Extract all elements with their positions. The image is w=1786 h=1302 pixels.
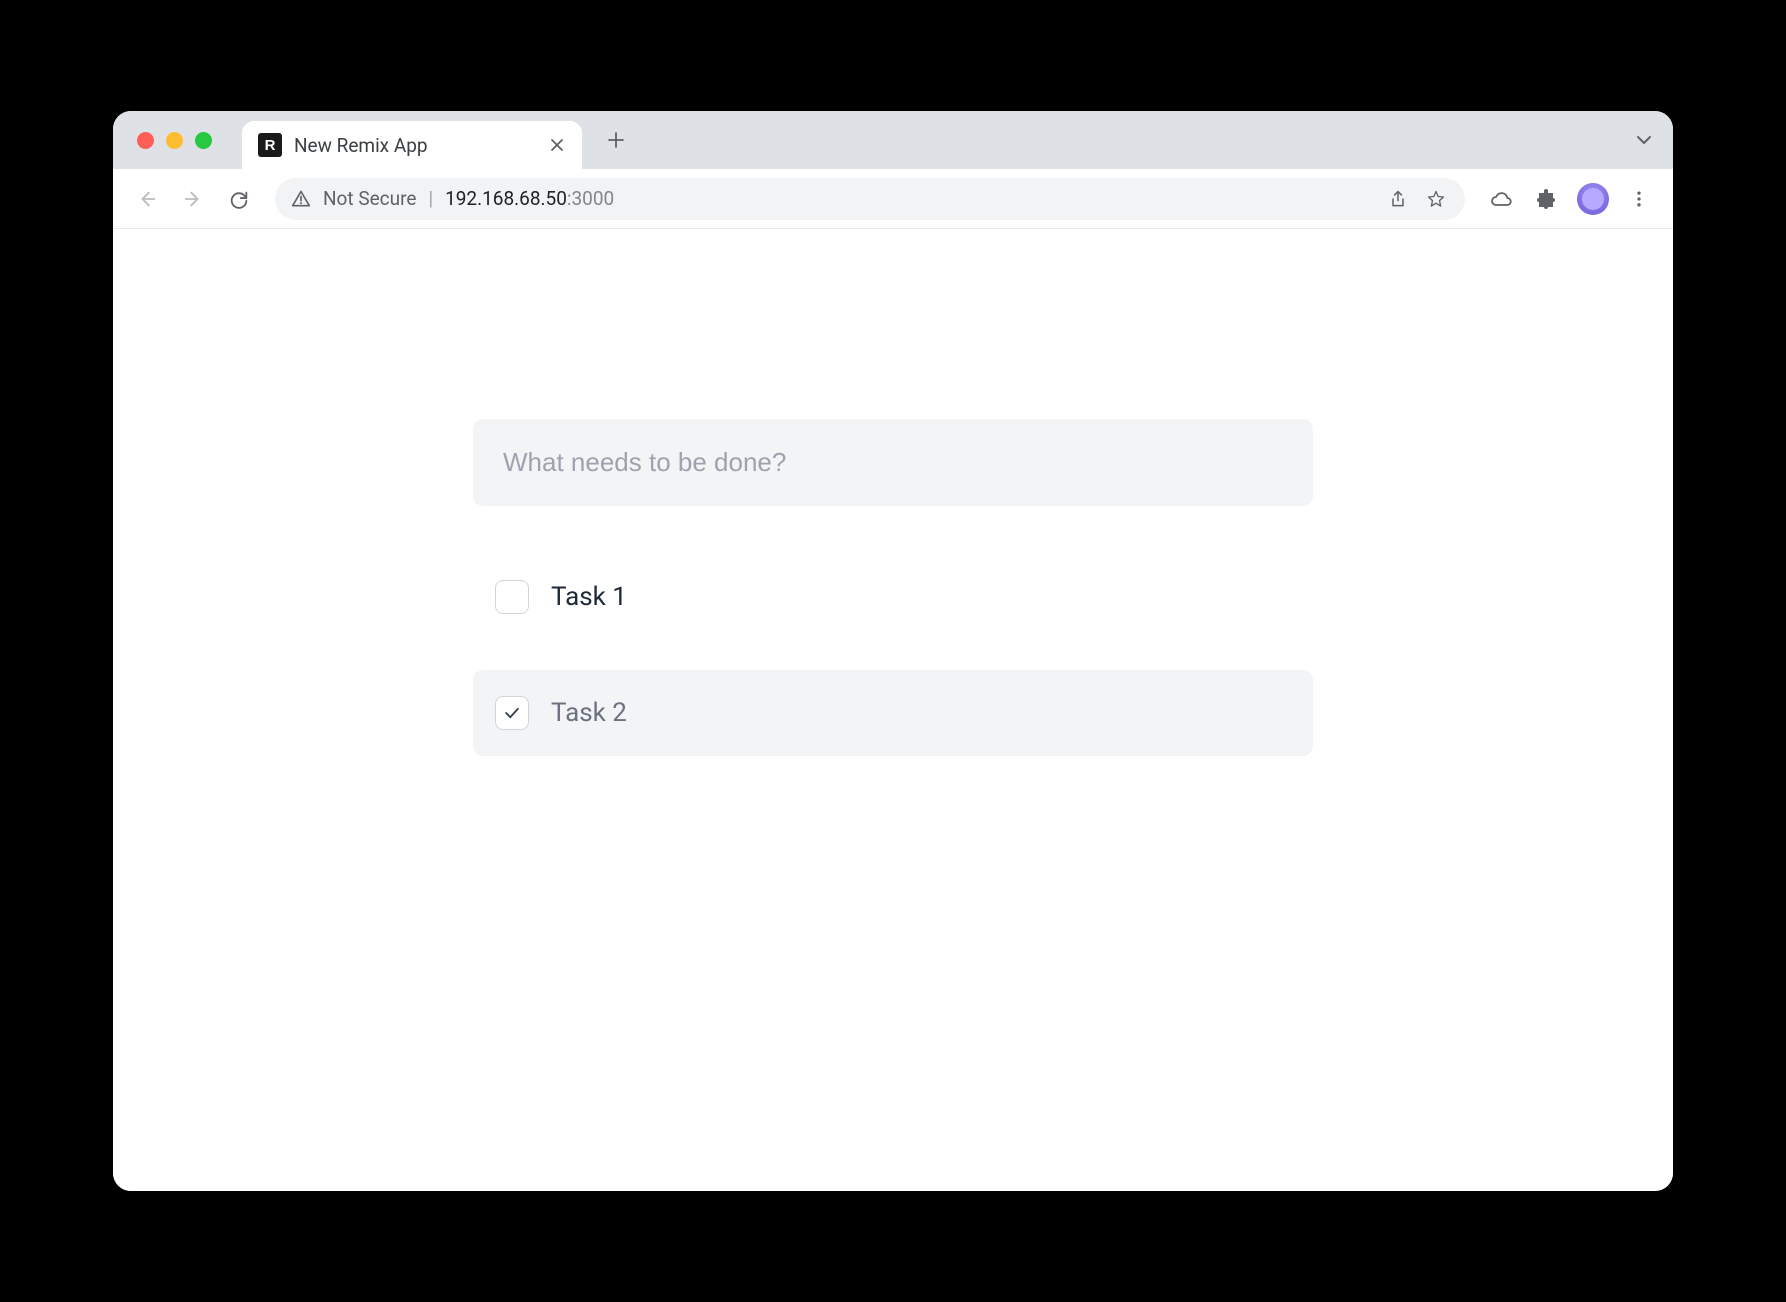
browser-tab[interactable]: R New Remix App bbox=[242, 121, 582, 169]
plus-icon bbox=[607, 131, 625, 149]
page-viewport: Task 1 Task 2 bbox=[113, 229, 1673, 1191]
forward-button[interactable] bbox=[173, 179, 213, 219]
chevron-down-icon bbox=[1635, 131, 1653, 149]
new-tab-button[interactable] bbox=[596, 120, 636, 160]
not-secure-icon bbox=[291, 189, 311, 209]
task-row: Task 1 bbox=[473, 554, 1313, 640]
arrow-right-icon bbox=[182, 188, 204, 210]
tab-title: New Remix App bbox=[294, 134, 536, 157]
window-controls bbox=[137, 132, 212, 149]
window-minimize-button[interactable] bbox=[166, 132, 183, 149]
new-task-input[interactable] bbox=[473, 419, 1313, 506]
puzzle-icon bbox=[1535, 187, 1559, 211]
task-label: Task 1 bbox=[551, 582, 627, 612]
remix-favicon-icon: R bbox=[258, 133, 282, 157]
task-checkbox[interactable] bbox=[495, 580, 529, 614]
cloud-icon bbox=[1489, 187, 1513, 211]
bookmark-button[interactable] bbox=[1423, 189, 1449, 209]
profile-button[interactable] bbox=[1573, 179, 1613, 219]
todo-app: Task 1 Task 2 bbox=[473, 229, 1313, 756]
task-label: Task 2 bbox=[551, 698, 627, 728]
reload-button[interactable] bbox=[219, 179, 259, 219]
task-row: Task 2 bbox=[473, 670, 1313, 756]
omnibox-separator: | bbox=[428, 187, 433, 210]
extensions-button[interactable] bbox=[1527, 179, 1567, 219]
share-button[interactable] bbox=[1385, 189, 1411, 209]
tab-close-button[interactable] bbox=[548, 136, 566, 154]
window-maximize-button[interactable] bbox=[195, 132, 212, 149]
window-close-button[interactable] bbox=[137, 132, 154, 149]
arrow-left-icon bbox=[136, 188, 158, 210]
avatar-icon bbox=[1577, 183, 1609, 215]
check-icon bbox=[502, 703, 522, 723]
menu-button[interactable] bbox=[1619, 179, 1659, 219]
kebab-icon bbox=[1629, 189, 1649, 209]
task-list: Task 1 Task 2 bbox=[473, 554, 1313, 756]
address-bar[interactable]: Not Secure | 192.168.68.50:3000 bbox=[275, 178, 1465, 220]
close-icon bbox=[550, 138, 564, 152]
url-host: 192.168.68.50 bbox=[445, 187, 567, 210]
not-secure-label: Not Secure bbox=[323, 187, 416, 210]
url-port: :3000 bbox=[567, 187, 614, 210]
url-text: 192.168.68.50:3000 bbox=[445, 187, 614, 210]
cloud-extension-button[interactable] bbox=[1481, 179, 1521, 219]
share-icon bbox=[1388, 189, 1408, 209]
task-checkbox[interactable] bbox=[495, 696, 529, 730]
browser-window: R New Remix App Not Secure | bbox=[113, 111, 1673, 1191]
tab-overflow-button[interactable] bbox=[1635, 131, 1653, 149]
back-button[interactable] bbox=[127, 179, 167, 219]
star-icon bbox=[1426, 189, 1446, 209]
toolbar: Not Secure | 192.168.68.50:3000 bbox=[113, 169, 1673, 229]
reload-icon bbox=[228, 188, 250, 210]
tab-bar: R New Remix App bbox=[113, 111, 1673, 169]
